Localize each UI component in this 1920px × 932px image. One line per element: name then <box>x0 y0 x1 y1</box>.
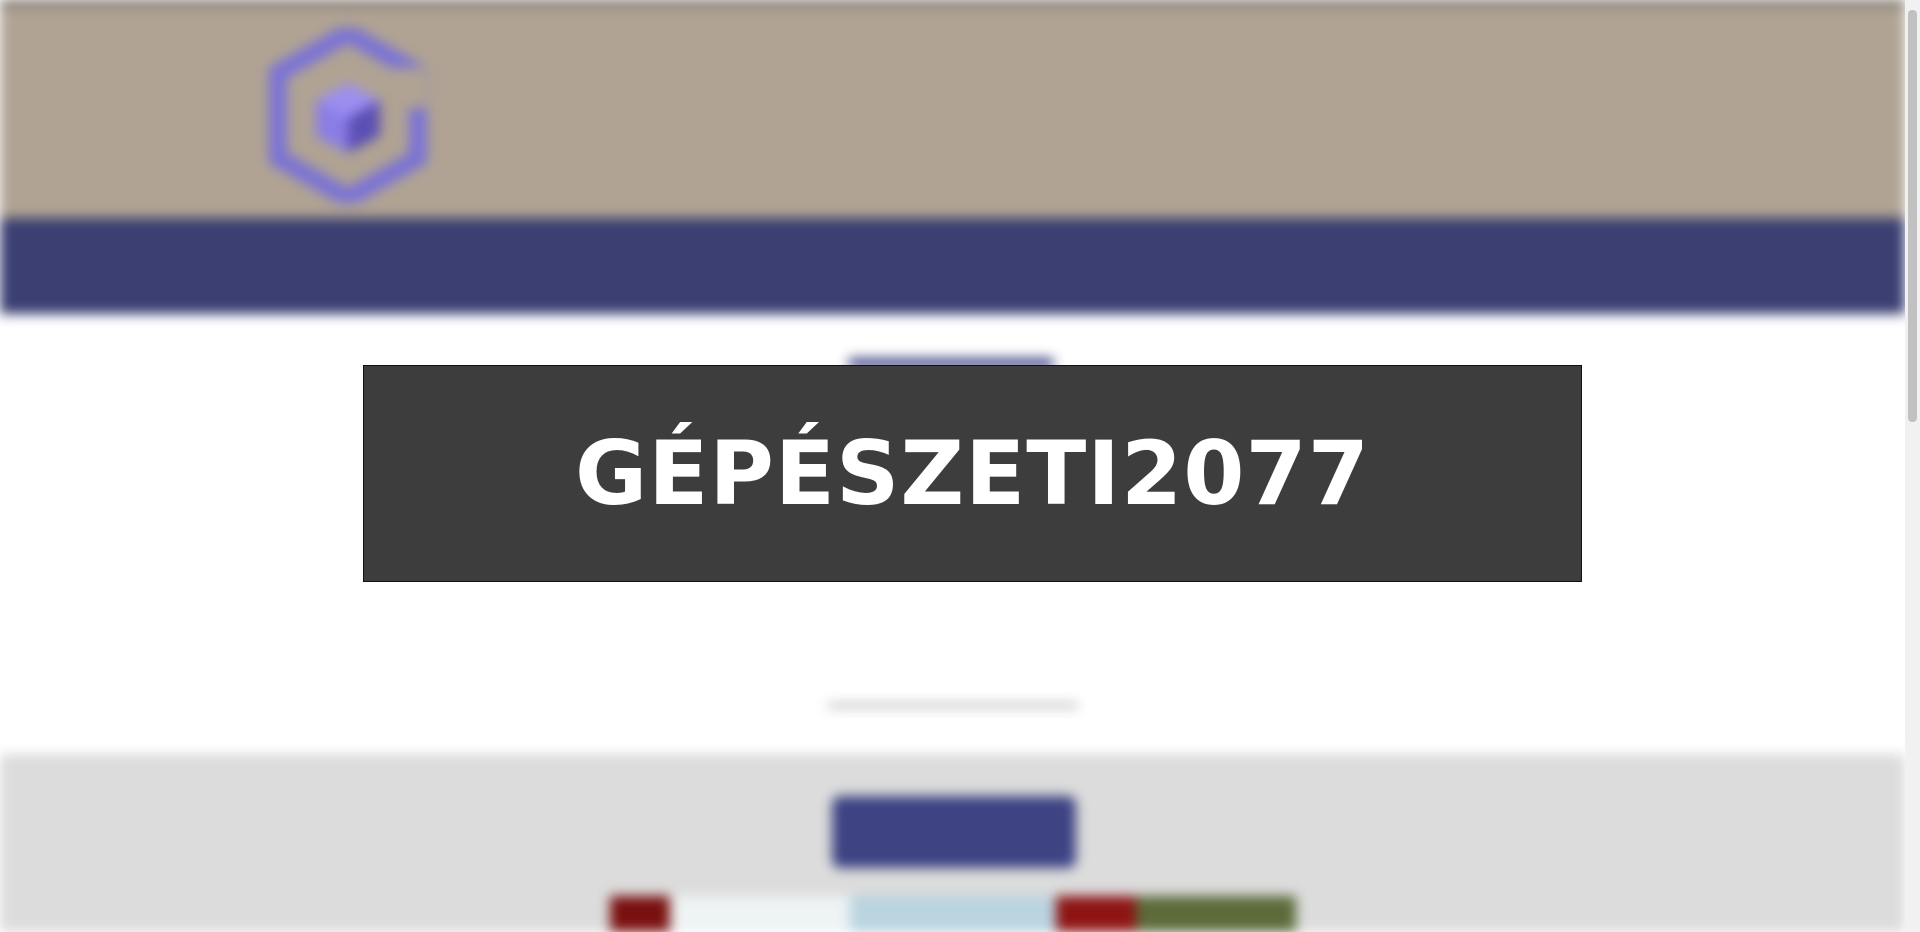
gallery-thumbnail[interactable] <box>670 896 850 932</box>
gallery-thumbnail[interactable] <box>610 896 670 932</box>
site-header <box>0 6 1905 218</box>
gallery-button[interactable] <box>832 796 1076 868</box>
scrollbar-thumb[interactable] <box>1908 10 1917 422</box>
gallery-thumbnail[interactable] <box>1056 896 1136 932</box>
gallery-thumbnail[interactable] <box>1136 896 1296 932</box>
gallery-thumbnail[interactable] <box>850 896 1056 932</box>
site-logo-icon[interactable] <box>268 28 428 203</box>
gallery-strip <box>610 896 1296 932</box>
title-overlay-banner: GÉPÉSZETI2077 <box>363 365 1582 582</box>
section-divider <box>828 704 1078 707</box>
main-navigation <box>0 218 1905 314</box>
page: GÉPÉSZETI2077 <box>0 0 1920 932</box>
overlay-title: GÉPÉSZETI2077 <box>575 422 1370 525</box>
